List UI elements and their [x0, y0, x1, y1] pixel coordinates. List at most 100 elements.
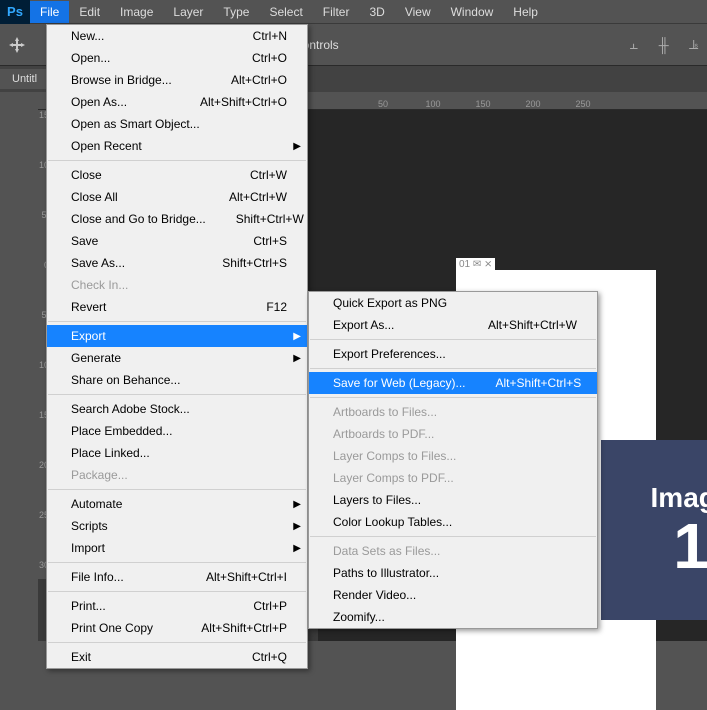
- menu-item-label: Share on Behance...: [71, 373, 180, 387]
- app-logo: Ps: [0, 0, 30, 24]
- menu-shortcut: Alt+Ctrl+O: [231, 73, 287, 87]
- menu-item-label: Revert: [71, 300, 106, 314]
- menu-item-label: Close: [71, 168, 102, 182]
- menu-item-label: New...: [71, 29, 104, 43]
- menu-3d[interactable]: 3D: [359, 1, 394, 23]
- menu-shortcut: Alt+Shift+Ctrl+O: [200, 95, 287, 109]
- menu-item-label: Save As...: [71, 256, 125, 270]
- menu-item-label: Generate: [71, 351, 121, 365]
- menu-item-label: Render Video...: [333, 588, 416, 602]
- menubar: Ps FileEditImageLayerTypeSelectFilter3DV…: [0, 0, 707, 24]
- menu-item-label: Artboards to Files...: [333, 405, 437, 419]
- document-tab[interactable]: Untitl: [0, 69, 49, 89]
- ruler-tick: 150: [458, 99, 508, 109]
- menu-item-label: Paths to Illustrator...: [333, 566, 439, 580]
- menu-item-label: Layer Comps to Files...: [333, 449, 456, 463]
- menu-item-label: Open as Smart Object...: [71, 117, 200, 131]
- file-menu-item-exit[interactable]: ExitCtrl+Q: [47, 646, 307, 668]
- menu-item-label: Save: [71, 234, 98, 248]
- file-menu-item-share-on-behance[interactable]: Share on Behance...: [47, 369, 307, 391]
- file-menu-item-import[interactable]: Import▶: [47, 537, 307, 559]
- export-menu-item-paths-to-illustrator[interactable]: Paths to Illustrator...: [309, 562, 597, 584]
- ruler-tick: 100: [408, 99, 458, 109]
- export-menu-item-render-video[interactable]: Render Video...: [309, 584, 597, 606]
- file-menu-item-close-all[interactable]: Close AllAlt+Ctrl+W: [47, 186, 307, 208]
- export-menu-item-export-as[interactable]: Export As...Alt+Shift+Ctrl+W: [309, 314, 597, 336]
- export-menu-item-artboards-to-files: Artboards to Files...: [309, 401, 597, 423]
- file-menu-item-new[interactable]: New...Ctrl+N: [47, 25, 307, 47]
- menu-item-label: Artboards to PDF...: [333, 427, 434, 441]
- file-menu-item-scripts[interactable]: Scripts▶: [47, 515, 307, 537]
- file-menu-item-search-adobe-stock[interactable]: Search Adobe Stock...: [47, 398, 307, 420]
- menu-item-label: Automate: [71, 497, 122, 511]
- file-menu-item-generate[interactable]: Generate▶: [47, 347, 307, 369]
- menu-item-label: Search Adobe Stock...: [71, 402, 190, 416]
- menu-item-label: Quick Export as PNG: [333, 296, 447, 310]
- export-menu-item-quick-export-as-png[interactable]: Quick Export as PNG: [309, 292, 597, 314]
- file-menu-item-export[interactable]: Export ▶: [47, 325, 307, 347]
- export-menu-item-layer-comps-to-pdf: Layer Comps to PDF...: [309, 467, 597, 489]
- menu-item-label: Open Recent: [71, 139, 142, 153]
- menu-item-label: Package...: [71, 468, 128, 482]
- submenu-arrow-icon: ▶: [293, 331, 301, 342]
- menu-shortcut: F12: [266, 300, 287, 314]
- menu-view[interactable]: View: [395, 1, 441, 23]
- menu-shortcut: Alt+Shift+Ctrl+S: [496, 376, 582, 390]
- menu-shortcut: Shift+Ctrl+W: [236, 212, 304, 226]
- menu-edit[interactable]: Edit: [69, 1, 110, 23]
- align-vcenter-icon[interactable]: ╫: [653, 34, 675, 56]
- menu-item-label: Open As...: [71, 95, 127, 109]
- export-menu-item-layer-comps-to-files: Layer Comps to Files...: [309, 445, 597, 467]
- file-menu-item-save[interactable]: SaveCtrl+S: [47, 230, 307, 252]
- image-label-number: 1: [673, 514, 707, 578]
- menu-item-label: Close All: [71, 190, 118, 204]
- file-menu-item-browse-in-bridge[interactable]: Browse in Bridge...Alt+Ctrl+O: [47, 69, 307, 91]
- align-top-icon[interactable]: ⫠: [623, 34, 645, 56]
- placed-image[interactable]: Image 1: [601, 440, 707, 620]
- file-menu-item-place-embedded[interactable]: Place Embedded...: [47, 420, 307, 442]
- submenu-arrow-icon: ▶: [293, 543, 301, 554]
- export-menu-item-save-for-web-legacy[interactable]: Save for Web (Legacy)...Alt+Shift+Ctrl+S: [309, 372, 597, 394]
- file-menu-item-open-as-smart-object[interactable]: Open as Smart Object...: [47, 113, 307, 135]
- move-tool-icon[interactable]: [8, 36, 26, 54]
- menu-item-label: Export: [71, 329, 106, 343]
- export-menu-item-color-lookup-tables[interactable]: Color Lookup Tables...: [309, 511, 597, 533]
- menu-item-label: Close and Go to Bridge...: [71, 212, 206, 226]
- menu-item-label: Data Sets as Files...: [333, 544, 440, 558]
- menu-item-label: Check In...: [71, 278, 128, 292]
- export-menu-item-artboards-to-pdf: Artboards to PDF...: [309, 423, 597, 445]
- file-menu-item-close[interactable]: CloseCtrl+W: [47, 164, 307, 186]
- menu-separator: [310, 368, 596, 369]
- export-menu-item-zoomify[interactable]: Zoomify...: [309, 606, 597, 628]
- menu-item-label: Layers to Files...: [333, 493, 421, 507]
- file-menu-item-revert[interactable]: Revert F12: [47, 296, 307, 318]
- menu-help[interactable]: Help: [503, 1, 548, 23]
- align-bottom-icon[interactable]: ⫡: [683, 34, 705, 56]
- file-menu-item-open[interactable]: Open... Ctrl+O: [47, 47, 307, 69]
- menu-filter[interactable]: Filter: [313, 1, 360, 23]
- file-menu-item-open-recent[interactable]: Open Recent▶: [47, 135, 307, 157]
- menu-image[interactable]: Image: [110, 1, 163, 23]
- menu-item-label: Open...: [71, 51, 110, 65]
- file-menu-item-save-as[interactable]: Save As...Shift+Ctrl+S: [47, 252, 307, 274]
- file-menu-item-close-and-go-to-bridge[interactable]: Close and Go to Bridge... Shift+Ctrl+W: [47, 208, 307, 230]
- file-menu-item-place-linked[interactable]: Place Linked...: [47, 442, 307, 464]
- submenu-arrow-icon: ▶: [293, 499, 301, 510]
- file-menu-item-open-as[interactable]: Open As... Alt+Shift+Ctrl+O: [47, 91, 307, 113]
- menu-item-label: Color Lookup Tables...: [333, 515, 452, 529]
- file-menu-item-print-one-copy[interactable]: Print One CopyAlt+Shift+Ctrl+P: [47, 617, 307, 639]
- menu-window[interactable]: Window: [441, 1, 504, 23]
- menu-layer[interactable]: Layer: [163, 1, 213, 23]
- file-menu-item-file-info[interactable]: File Info...Alt+Shift+Ctrl+I: [47, 566, 307, 588]
- menu-item-label: File Info...: [71, 570, 124, 584]
- file-menu-item-package: Package...: [47, 464, 307, 486]
- file-menu-item-print[interactable]: Print...Ctrl+P: [47, 595, 307, 617]
- menu-shortcut: Ctrl+O: [252, 51, 287, 65]
- menu-type[interactable]: Type: [213, 1, 259, 23]
- export-menu-item-layers-to-files[interactable]: Layers to Files...: [309, 489, 597, 511]
- menu-file[interactable]: File: [30, 1, 69, 23]
- file-menu-item-automate[interactable]: Automate ▶: [47, 493, 307, 515]
- menu-select[interactable]: Select: [259, 1, 312, 23]
- export-menu-item-export-preferences[interactable]: Export Preferences...: [309, 343, 597, 365]
- menu-separator: [48, 160, 306, 161]
